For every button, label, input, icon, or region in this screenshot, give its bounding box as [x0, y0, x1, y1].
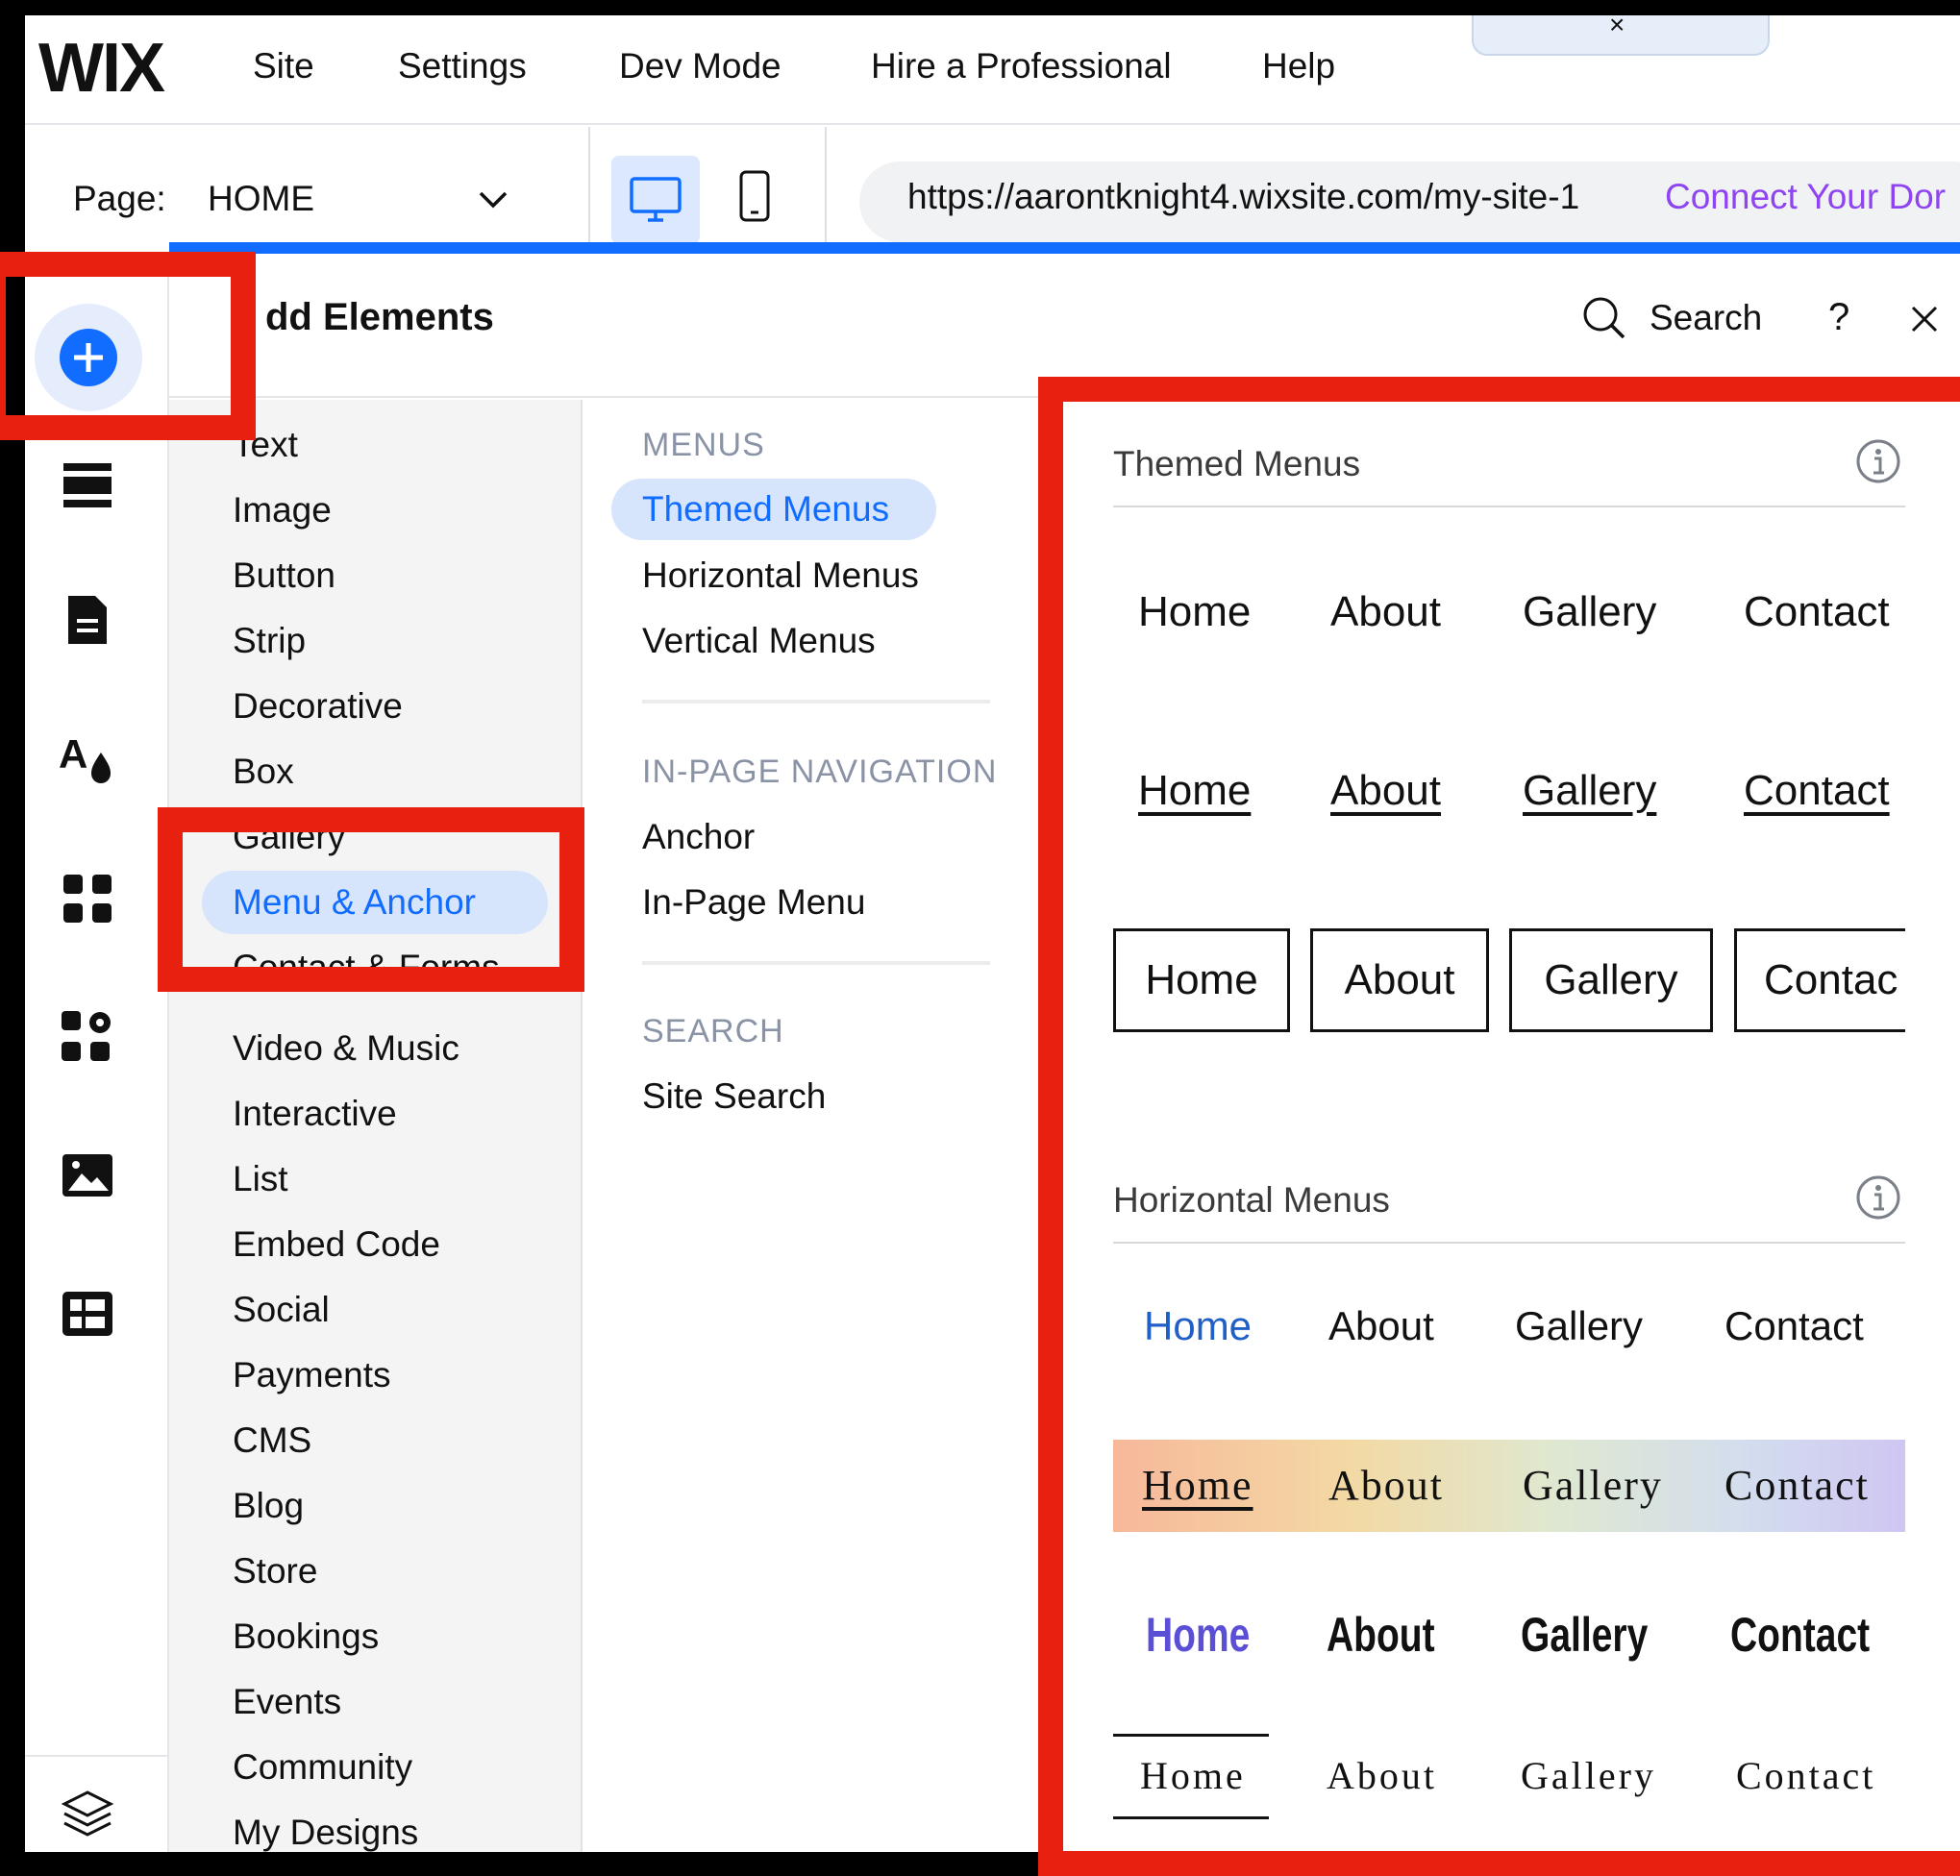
- subcategory-vertical-menus[interactable]: Vertical Menus: [642, 621, 876, 661]
- subcategory-anchor[interactable]: Anchor: [642, 817, 755, 857]
- apps-icon[interactable]: [58, 869, 117, 928]
- category-box[interactable]: Box: [233, 752, 294, 792]
- subcategory-themed-menus-label[interactable]: Themed Menus: [642, 489, 889, 530]
- desktop-icon: [630, 177, 682, 222]
- category-bookings[interactable]: Bookings: [233, 1617, 379, 1657]
- annotation-add-button-box: [0, 252, 256, 440]
- toolbar-divider: [588, 127, 590, 242]
- svg-text:A: A: [59, 731, 87, 777]
- category-button[interactable]: Button: [233, 555, 335, 596]
- category-strip[interactable]: Strip: [233, 621, 306, 661]
- category-embed-code[interactable]: Embed Code: [233, 1224, 440, 1265]
- category-decorative[interactable]: Decorative: [233, 686, 403, 727]
- category-my-designs[interactable]: My Designs: [233, 1813, 418, 1852]
- media-icon[interactable]: [58, 1146, 117, 1205]
- category-events[interactable]: Events: [233, 1682, 341, 1722]
- menu-hire-a-professional[interactable]: Hire a Professional: [871, 46, 1172, 86]
- category-cms[interactable]: CMS: [233, 1420, 311, 1461]
- toolbar-divider: [825, 127, 827, 242]
- design-icon[interactable]: A: [58, 728, 117, 788]
- close-icon[interactable]: [1909, 304, 1940, 334]
- category-payments[interactable]: Payments: [233, 1355, 391, 1395]
- search-heading: SEARCH: [642, 1013, 784, 1049]
- category-store[interactable]: Store: [233, 1551, 317, 1592]
- tab-close-icon[interactable]: ×: [1609, 15, 1625, 40]
- inpage-nav-heading: IN-PAGE NAVIGATION: [642, 753, 998, 790]
- sections-icon[interactable]: [58, 456, 117, 515]
- cms-table-icon[interactable]: [58, 1284, 117, 1344]
- connect-domain-link[interactable]: Connect Your Dor: [1665, 177, 1946, 217]
- subcategory-themed-menus[interactable]: Themed Menus: [611, 479, 936, 540]
- annotation-menu-anchor-box: [158, 807, 584, 992]
- page-label: Page:: [73, 179, 166, 218]
- category-image[interactable]: Image: [233, 490, 332, 531]
- top-bar: WIX Site Settings Dev Mode Hire a Profes…: [25, 15, 1960, 125]
- menu-site[interactable]: Site: [253, 46, 314, 86]
- site-url[interactable]: https://aarontknight4.wixsite.com/my-sit…: [907, 177, 1579, 217]
- panel-title: dd Elements: [265, 296, 494, 338]
- layers-icon[interactable]: [58, 1784, 117, 1843]
- category-blog[interactable]: Blog: [233, 1486, 304, 1526]
- subcategory-divider: [642, 961, 990, 965]
- help-icon[interactable]: ?: [1828, 296, 1849, 339]
- annotation-preview-box: [1038, 377, 1960, 1876]
- mobile-view-button[interactable]: [738, 169, 786, 231]
- pages-icon[interactable]: [58, 590, 117, 650]
- category-social[interactable]: Social: [233, 1290, 330, 1330]
- site-url-bar[interactable]: https://aarontknight4.wixsite.com/my-sit…: [859, 161, 1960, 242]
- menus-heading: MENUS: [642, 427, 765, 463]
- page-dropdown-value[interactable]: HOME: [208, 179, 314, 219]
- panel-search-label[interactable]: Search: [1650, 298, 1762, 338]
- category-video-music[interactable]: Video & Music: [233, 1028, 459, 1069]
- wix-logo[interactable]: WIX: [38, 29, 165, 108]
- subcategory-site-search[interactable]: Site Search: [642, 1076, 826, 1117]
- menu-help[interactable]: Help: [1262, 46, 1335, 86]
- search-icon[interactable]: [1582, 296, 1626, 340]
- mobile-icon: [739, 170, 770, 222]
- left-tool-rail: A: [25, 254, 169, 1852]
- subcategory-in-page-menu[interactable]: In-Page Menu: [642, 882, 865, 923]
- category-community[interactable]: Community: [233, 1747, 412, 1788]
- category-interactive[interactable]: Interactive: [233, 1094, 397, 1134]
- category-list[interactable]: List: [233, 1159, 288, 1199]
- desktop-view-button[interactable]: [611, 156, 700, 244]
- business-tools-icon[interactable]: [58, 1007, 117, 1067]
- chevron-down-icon[interactable]: [477, 185, 509, 213]
- subcategory-horizontal-menus[interactable]: Horizontal Menus: [642, 555, 919, 596]
- menu-dev-mode[interactable]: Dev Mode: [619, 46, 782, 86]
- page-toolbar: Page: HOME https://aarontknight4.wixsite…: [25, 127, 1960, 244]
- menu-settings[interactable]: Settings: [398, 46, 527, 86]
- rail-divider: [25, 1755, 167, 1757]
- selection-strip: [169, 242, 1960, 254]
- subcategory-divider: [642, 700, 990, 704]
